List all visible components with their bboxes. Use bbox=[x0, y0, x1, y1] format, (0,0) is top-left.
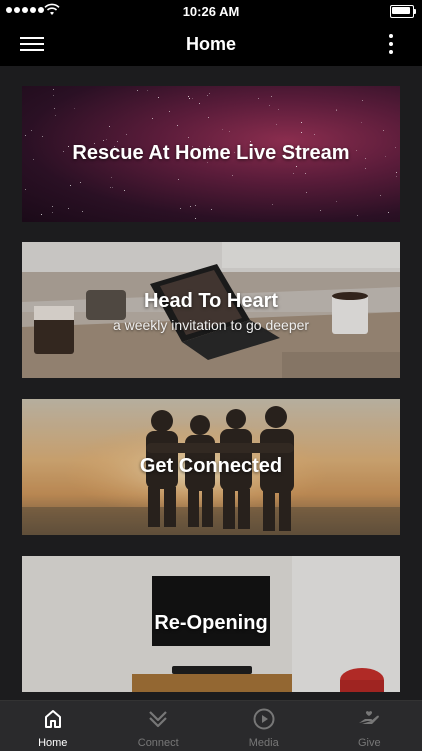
chevrons-down-icon bbox=[146, 707, 170, 731]
tab-give[interactable]: Give bbox=[317, 701, 422, 751]
tab-connect[interactable]: Connect bbox=[106, 701, 212, 751]
status-time: 10:26 AM bbox=[0, 4, 422, 19]
card-subtitle: a weekly invitation to go deeper bbox=[22, 317, 400, 333]
give-hand-icon bbox=[357, 707, 381, 731]
card-re-opening[interactable]: Re-Opening bbox=[22, 556, 400, 692]
card-title: Re-Opening bbox=[22, 612, 400, 635]
tab-label: Media bbox=[211, 737, 317, 749]
card-get-connected[interactable]: Get Connected bbox=[22, 399, 400, 535]
card-rescue-at-home-live-stream[interactable]: Rescue At Home Live Stream bbox=[22, 86, 400, 222]
tab-media[interactable]: Media bbox=[211, 701, 317, 751]
nav-bar: Home bbox=[0, 22, 422, 66]
tab-label: Give bbox=[317, 737, 422, 749]
battery-icon bbox=[390, 5, 414, 18]
more-options-button[interactable] bbox=[388, 32, 394, 56]
card-title: Get Connected bbox=[22, 455, 400, 478]
content-list: Rescue At Home Live Stream Head To Heart… bbox=[0, 66, 422, 700]
tab-bar: Home Connect Media Give bbox=[0, 700, 422, 751]
play-circle-icon bbox=[252, 707, 276, 731]
status-bar: 10:26 AM bbox=[0, 0, 422, 22]
card-title: Rescue At Home Live Stream bbox=[22, 142, 400, 165]
tab-label: Connect bbox=[106, 737, 212, 749]
card-title: Head To Heart bbox=[22, 290, 400, 313]
tab-label: Home bbox=[0, 737, 106, 749]
tab-home[interactable]: Home bbox=[0, 701, 106, 751]
home-icon bbox=[41, 707, 65, 731]
card-head-to-heart[interactable]: Head To Heart a weekly invitation to go … bbox=[22, 242, 400, 378]
page-title: Home bbox=[0, 34, 422, 55]
